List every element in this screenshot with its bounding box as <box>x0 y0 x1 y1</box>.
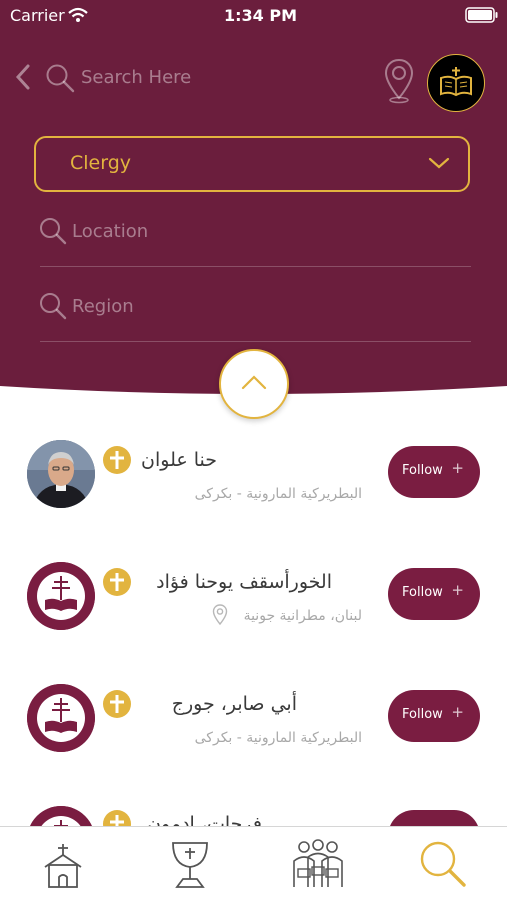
search-input[interactable]: Search Here <box>44 60 364 96</box>
avatar <box>27 562 95 630</box>
follow-label: Follow <box>402 463 443 478</box>
tab-community[interactable] <box>290 839 346 891</box>
clergy-badge-icon <box>103 690 131 718</box>
category-dropdown[interactable]: Clergy <box>34 136 470 192</box>
follow-button[interactable]: Follow + <box>388 568 480 620</box>
clergy-badge-icon <box>103 810 131 826</box>
avatar <box>27 684 95 752</box>
search-icon <box>46 64 75 93</box>
chevron-down-icon <box>428 157 450 169</box>
clergy-name: أبي صابر، جورج <box>171 693 297 715</box>
list-item[interactable]: حنا علوان البطريركية المارونية - بكركى F… <box>0 420 507 530</box>
plus-icon: + <box>451 581 464 599</box>
region-divider <box>40 341 471 342</box>
list-item[interactable]: فرحات، ادمون <box>0 786 507 826</box>
location-pin-icon <box>212 604 228 626</box>
list-item[interactable]: الخورأسقف يوحنا فؤاد لبنان، مطرانية جوني… <box>0 542 507 652</box>
location-field[interactable]: Location <box>38 212 471 252</box>
battery-icon <box>465 7 498 23</box>
region-placeholder: Region <box>72 296 134 317</box>
follow-button[interactable]: Follow + <box>388 446 480 498</box>
person-photo <box>27 440 95 508</box>
bible-logo-icon <box>440 67 472 97</box>
carrier-label: Carrier <box>10 6 65 25</box>
location-divider <box>40 266 471 267</box>
clergy-subtitle: البطريركية المارونية - بكركى <box>194 486 362 502</box>
location-pin-icon[interactable] <box>383 58 415 104</box>
time-label: 1:34 PM <box>224 6 298 25</box>
app-logo-avatar[interactable] <box>427 54 485 112</box>
avatar <box>27 440 95 508</box>
church-logo-icon <box>27 684 95 752</box>
results-list[interactable]: حنا علوان البطريركية المارونية - بكركى F… <box>0 400 507 826</box>
tab-bar <box>0 826 507 901</box>
clergy-badge-icon <box>103 568 131 596</box>
church-logo-icon <box>30 806 92 826</box>
follow-button[interactable]: Follow + <box>388 690 480 742</box>
search-placeholder: Search Here <box>81 67 192 88</box>
follow-label: Follow <box>402 707 443 722</box>
follow-button[interactable] <box>388 810 480 826</box>
clergy-subtitle: البطريركية المارونية - بكركى <box>194 730 362 746</box>
wifi-icon <box>68 7 88 22</box>
clergy-name: الخورأسقف يوحنا فؤاد <box>156 571 332 593</box>
clergy-name: حنا علوان <box>141 449 217 471</box>
church-icon <box>44 844 82 888</box>
clergy-subtitle: لبنان، مطرانية جونية <box>243 608 362 624</box>
location-placeholder: Location <box>72 221 149 242</box>
search-icon <box>420 841 466 887</box>
tab-church[interactable] <box>38 841 88 891</box>
back-arrow-icon[interactable] <box>12 62 34 92</box>
clergy-badge-icon <box>103 446 131 474</box>
chalice-icon <box>172 842 208 888</box>
region-field[interactable]: Region <box>38 287 471 327</box>
plus-icon: + <box>451 459 464 477</box>
follow-label: Follow <box>402 585 443 600</box>
avatar <box>27 806 95 826</box>
clergy-name: فرحات، ادمون <box>147 813 262 826</box>
chevron-up-icon <box>241 375 267 390</box>
search-icon <box>40 293 67 320</box>
search-icon <box>40 218 67 245</box>
people-icon <box>293 839 343 887</box>
category-selected-label: Clergy <box>70 152 132 174</box>
list-item[interactable]: أبي صابر، جورج البطريركية المارونية - بك… <box>0 664 507 774</box>
tab-sacraments[interactable] <box>165 839 215 891</box>
church-logo-icon <box>27 562 95 630</box>
plus-icon: + <box>451 703 464 721</box>
tab-search[interactable] <box>418 839 470 891</box>
